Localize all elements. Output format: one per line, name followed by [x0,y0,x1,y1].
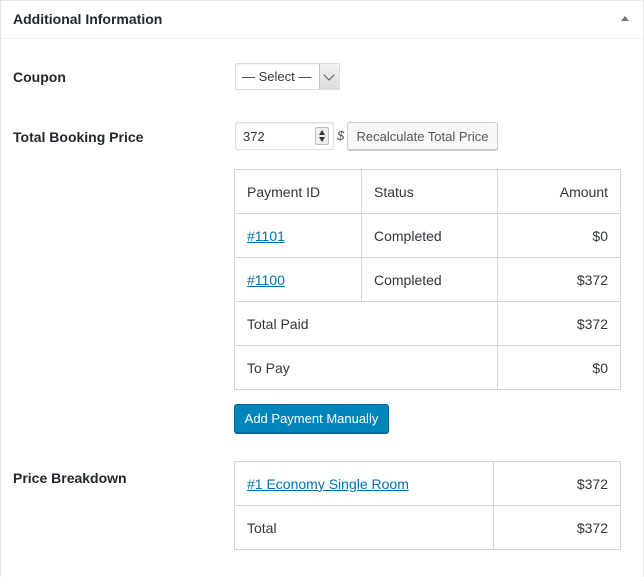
payments-table: Payment ID Status Amount #1101 Completed… [234,169,621,390]
breakdown-total-amount: $372 [493,505,621,550]
panel-header[interactable]: Additional Information [1,1,643,39]
number-spinner[interactable] [315,127,329,145]
total-booking-price-label: Total Booking Price [13,129,144,145]
total-booking-price-value: 372 [243,129,265,144]
column-header-amount: Amount [497,169,621,214]
coupon-label: Coupon [13,69,66,85]
table-row: #1100 Completed $372 [234,257,621,302]
coupon-select-value: — Select — [242,69,312,84]
spin-down-icon[interactable] [319,137,325,142]
payment-id-link[interactable]: #1100 [247,272,285,288]
currency-symbol: $ [337,128,345,143]
dropdown-button[interactable] [319,64,339,89]
breakdown-total-label: Total [234,505,494,550]
column-header-status: Status [361,169,498,214]
payment-status-cell: Completed [361,257,498,302]
total-paid-row: Total Paid $372 [234,301,621,346]
payment-id-link[interactable]: #1101 [247,228,285,244]
add-payment-manually-button[interactable]: Add Payment Manually [234,404,389,433]
payment-id-cell: #1100 [234,257,362,302]
table-header-row: Payment ID Status Amount [234,169,621,214]
total-paid-amount: $372 [497,301,621,346]
spin-up-icon[interactable] [319,130,325,135]
to-pay-row: To Pay $0 [234,345,621,390]
breakdown-total-row: Total $372 [234,505,621,550]
total-booking-price-input[interactable]: 372 [235,122,334,150]
payment-amount-cell: $0 [497,213,621,258]
breakdown-item-link[interactable]: #1 Economy Single Room [247,476,409,492]
payment-id-cell: #1101 [234,213,362,258]
breakdown-item-cell: #1 Economy Single Room [234,461,494,506]
payment-status-cell: Completed [361,213,498,258]
total-paid-label: Total Paid [234,301,498,346]
additional-information-panel: Additional Information Coupon — Select —… [0,0,644,577]
price-breakdown-table: #1 Economy Single Room $372 Total $372 [234,461,621,550]
table-row: #1 Economy Single Room $372 [234,461,621,506]
chevron-down-icon [323,69,335,81]
payment-amount-cell: $372 [497,257,621,302]
breakdown-item-price: $372 [493,461,621,506]
to-pay-amount: $0 [497,345,621,390]
table-row: #1101 Completed $0 [234,213,621,258]
price-breakdown-label: Price Breakdown [13,470,127,486]
arrow-up-icon[interactable] [621,16,629,21]
coupon-select[interactable]: — Select — [235,63,340,90]
recalculate-total-price-button[interactable]: Recalculate Total Price [347,122,498,150]
column-header-payment-id: Payment ID [234,169,362,214]
to-pay-label: To Pay [234,345,498,390]
panel-title: Additional Information [13,11,163,27]
